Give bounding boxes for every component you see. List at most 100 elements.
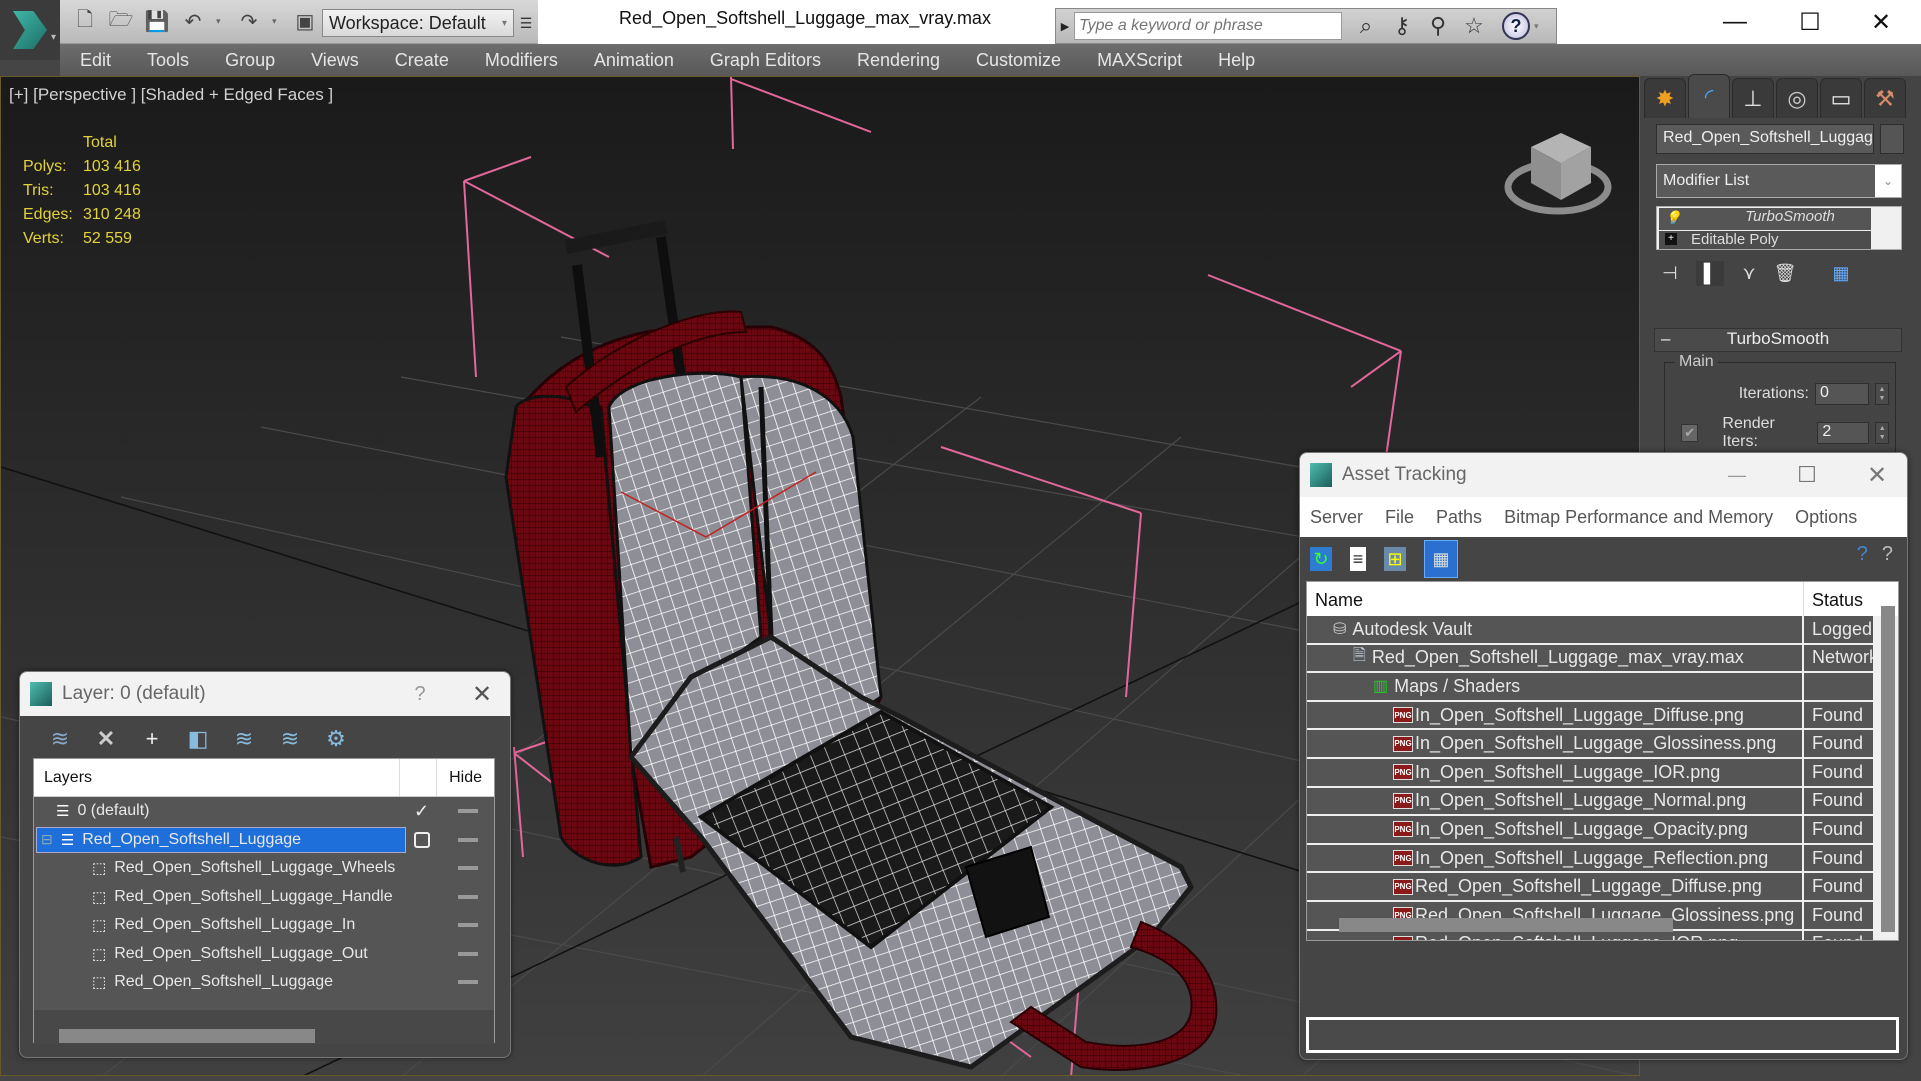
delete-layer-icon[interactable]: ✕: [90, 723, 122, 755]
layer-object-row[interactable]: ⬚ Red_Open_Softshell_Luggage_Out: [34, 940, 494, 969]
horizontal-scrollbar[interactable]: [1339, 918, 1673, 932]
menu-modifiers[interactable]: Modifiers: [485, 50, 558, 71]
render-iters-spinner[interactable]: ▲ ▼: [1875, 422, 1889, 444]
asset-path-field[interactable]: [1306, 1017, 1899, 1053]
menu-tools[interactable]: Tools: [147, 50, 189, 71]
help-icon[interactable]: ?: [1502, 12, 1530, 40]
help-icon[interactable]: ?: [1882, 543, 1893, 566]
online-help-icon[interactable]: ?: [1857, 543, 1868, 566]
column-layers[interactable]: Layers: [34, 759, 400, 796]
horizontal-scrollbar[interactable]: [59, 1029, 315, 1043]
asset-row[interactable]: ⛁ Autodesk Vault Logged: [1307, 616, 1873, 645]
stack-item-turbosmooth[interactable]: 💡 TurboSmooth: [1659, 208, 1871, 230]
workspace-dropdown[interactable]: Workspace: Default ▾: [322, 9, 514, 37]
turbosmooth-rollout-header[interactable]: – TurboSmooth: [1654, 328, 1902, 352]
app-menu-button[interactable]: ▾: [0, 0, 60, 60]
stack-item-editable-poly[interactable]: + Editable Poly: [1659, 231, 1871, 249]
render-iters-field[interactable]: 2: [1817, 422, 1870, 444]
show-end-result-icon[interactable]: ▌: [1695, 260, 1725, 286]
asset-row[interactable]: PNG In_Open_Softshell_Luggage_Reflection.…: [1307, 844, 1873, 874]
menu-group[interactable]: Group: [225, 50, 275, 71]
asset-row[interactable]: PNG In_Open_Softshell_Luggage_Normal.png F…: [1307, 787, 1873, 817]
hide-toggle[interactable]: [458, 951, 478, 956]
hide-toggle[interactable]: [458, 894, 478, 899]
asset-row[interactable]: PNG In_Open_Softshell_Luggage_Glossiness.…: [1307, 730, 1873, 759]
table-view-icon[interactable]: ▦: [1424, 540, 1458, 578]
layer-object-row[interactable]: ⬚ Red_Open_Softshell_Luggage: [34, 968, 494, 997]
asset-row[interactable]: ▥ Maps / Shaders: [1307, 673, 1873, 702]
collapse-icon[interactable]: ⊟: [41, 831, 53, 848]
menu-views[interactable]: Views: [311, 50, 359, 71]
hide-toggle[interactable]: [458, 980, 478, 985]
maximize-button[interactable]: ☐: [1782, 453, 1832, 497]
menu-edit[interactable]: Edit: [80, 50, 111, 71]
layer-properties-icon[interactable]: ⚙: [320, 723, 352, 755]
configure-modifier-sets-icon[interactable]: ▦: [1833, 263, 1850, 284]
undo-icon[interactable]: ↶: [180, 9, 206, 35]
close-button[interactable]: ✕: [460, 672, 504, 716]
satellite-icon[interactable]: ⚲: [1420, 11, 1456, 41]
chevron-down-icon[interactable]: ▾: [1534, 21, 1539, 32]
create-layer-icon[interactable]: ≋: [44, 723, 76, 755]
asset-row[interactable]: PNG In_Open_Softshell_Luggage_Opacity.png…: [1307, 816, 1873, 845]
chevron-down-icon[interactable]: ▾: [272, 16, 282, 27]
modifier-list-dropdown[interactable]: Modifier List ⌄: [1656, 164, 1902, 198]
layer-object-row[interactable]: ⬚ Red_Open_Softshell_Luggage_Wheels: [34, 854, 494, 883]
tab-display[interactable]: ▭: [1820, 78, 1862, 118]
close-button[interactable]: ✕: [1846, 0, 1916, 44]
render-iters-checkbox[interactable]: ✔: [1681, 424, 1699, 442]
menu-maxscript[interactable]: MAXScript: [1097, 50, 1182, 71]
minimize-button[interactable]: —: [1712, 453, 1762, 497]
select-layer-icon[interactable]: ≋: [228, 723, 260, 755]
help-button[interactable]: ?: [400, 672, 440, 716]
maximize-button[interactable]: ☐: [1775, 0, 1845, 44]
binoculars-icon[interactable]: ⌕: [1348, 11, 1384, 41]
hide-toggle[interactable]: [458, 866, 478, 871]
make-unique-icon[interactable]: ⋎: [1742, 263, 1755, 284]
redo-icon[interactable]: ↷: [236, 9, 262, 35]
chevron-down-icon[interactable]: ▾: [216, 16, 226, 27]
select-objects-icon[interactable]: ◧: [182, 723, 214, 755]
column-status[interactable]: Status: [1804, 582, 1871, 616]
current-layer-checkmark-icon[interactable]: ✓: [414, 801, 429, 822]
hide-toggle[interactable]: [458, 809, 478, 814]
tab-create[interactable]: ✸: [1644, 78, 1686, 118]
key-icon[interactable]: ⚷: [1384, 11, 1420, 41]
layer-row[interactable]: ☰ 0 (default) ✓: [34, 797, 494, 826]
asset-row[interactable]: PNG In_Open_Softshell_Luggage_Diffuse.png…: [1307, 701, 1873, 731]
layer-row[interactable]: ⊟ ☰ Red_Open_Softshell_Luggage: [34, 826, 494, 855]
column-name[interactable]: Name: [1307, 582, 1804, 616]
column-hide[interactable]: Hide: [437, 759, 494, 796]
tab-modify[interactable]: ◜: [1688, 74, 1730, 118]
iterations-field[interactable]: 0: [1815, 383, 1869, 405]
menu-create[interactable]: Create: [395, 50, 449, 71]
asset-row[interactable]: 🗎 Red_Open_Softshell_Luggage_max_vray.max…: [1307, 644, 1873, 674]
vertical-scrollbar[interactable]: [1881, 606, 1895, 932]
asset-menu-server[interactable]: Server: [1310, 507, 1363, 528]
star-icon[interactable]: ☆: [1456, 11, 1492, 41]
layer-object-row[interactable]: ⬚ Red_Open_Softshell_Luggage_In: [34, 911, 494, 940]
asset-menu-bitmap-performance-and-memory[interactable]: Bitmap Performance and Memory: [1504, 507, 1773, 528]
remove-modifier-icon[interactable]: 🗑: [1774, 263, 1797, 284]
menu-help[interactable]: Help: [1218, 50, 1255, 71]
viewport-label-menu[interactable]: [+] [Perspective ] [Shaded + Edged Faces…: [9, 85, 333, 105]
asset-row[interactable]: PNG In_Open_Softshell_Luggage_IOR.png Foun…: [1307, 758, 1873, 788]
add-to-layer-icon[interactable]: +: [136, 723, 168, 755]
column-current[interactable]: [400, 759, 438, 796]
customize-qat-button[interactable]: ☰: [517, 12, 535, 34]
menu-customize[interactable]: Customize: [976, 50, 1061, 71]
layer-object-row[interactable]: ⬚ Red_Open_Softshell_Luggage_Handle: [34, 883, 494, 912]
object-name-field[interactable]: Red_Open_Softshell_Luggage_I: [1656, 124, 1874, 154]
highlight-layer-icon[interactable]: ≋: [274, 723, 306, 755]
set-current-layer-checkbox[interactable]: [414, 831, 430, 848]
minimize-button[interactable]: —: [1700, 0, 1770, 44]
tree-view-icon[interactable]: ⊞: [1384, 547, 1406, 571]
search-input[interactable]: [1074, 12, 1342, 40]
asset-menu-paths[interactable]: Paths: [1436, 507, 1482, 528]
iterations-spinner[interactable]: ▲ ▼: [1875, 383, 1889, 405]
asset-row[interactable]: PNGRed_Open_Softshell_Luggage_IOR.pngFou…: [1307, 930, 1873, 940]
refresh-icon[interactable]: ↻: [1310, 547, 1332, 571]
menu-graph-editors[interactable]: Graph Editors: [710, 50, 821, 71]
open-folder-icon[interactable]: 🗁: [108, 9, 134, 35]
menu-animation[interactable]: Animation: [594, 50, 674, 71]
